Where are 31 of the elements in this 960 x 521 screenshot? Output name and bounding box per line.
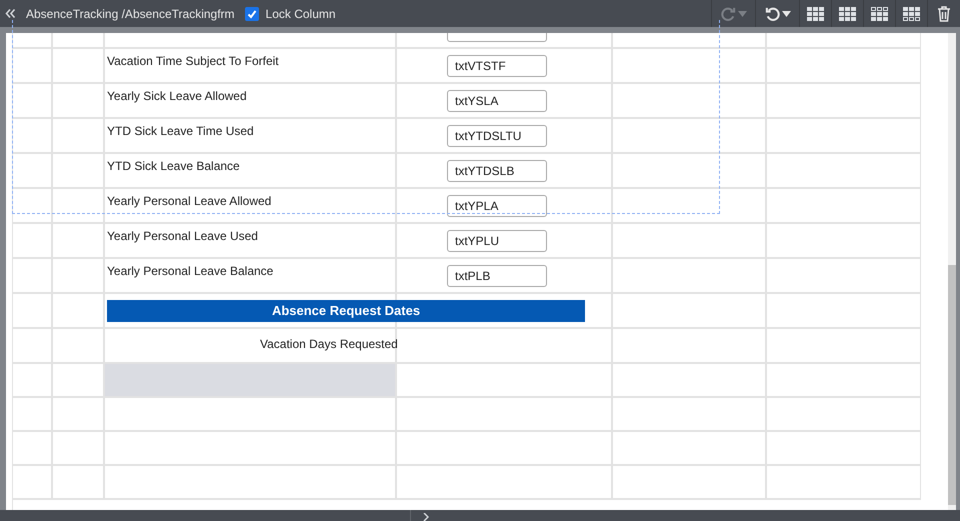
caret-icon [782, 10, 790, 16]
text-input[interactable]: txtVTSTF [447, 54, 547, 76]
text-input[interactable]: txtPLB [447, 264, 547, 286]
undo-icon [764, 6, 780, 21]
redo-icon [720, 6, 736, 21]
text-input[interactable]: txtYSLA [447, 90, 547, 112]
breadcrumb-title: AbsenceTracking /AbsenceTrackingfrm [26, 6, 235, 22]
field-label: Yearly Personal Leave Allowed [106, 192, 272, 210]
lock-column-label: Lock Column [266, 6, 336, 22]
field-label: YTD Sick Leave Time Used [106, 122, 254, 140]
field-label: YTD Sick Leave Balance [106, 158, 240, 174]
section-header: Absence Request Dates [107, 300, 585, 322]
caret-icon [738, 10, 746, 16]
field-label: Vacation Time Subject To Forfeit [106, 52, 279, 70]
grid-icon [807, 6, 824, 20]
grid-icon [903, 6, 920, 20]
grid-icon [871, 6, 888, 20]
chevron-right-icon[interactable] [423, 513, 429, 521]
caption-text: Vacation Days Requested [260, 336, 398, 353]
text-input[interactable]: txtYTDSLTU [447, 124, 547, 146]
scrollbar-thumb[interactable] [948, 265, 956, 505]
text-input[interactable]: txtYPLU [447, 230, 547, 252]
field-label: Yearly Personal Leave Used [106, 228, 258, 244]
text-input[interactable]: txtYTDSLB [447, 160, 547, 182]
field-label: Yearly Personal Leave Balance [106, 262, 274, 280]
trash-icon [937, 6, 951, 22]
grid-icon [839, 6, 856, 20]
field-label: Yearly Sick Leave Allowed [106, 88, 247, 104]
lock-column-checkbox[interactable] [244, 6, 259, 20]
text-input[interactable]: txtYPLA [447, 194, 547, 216]
double-chevron-left-icon[interactable] [5, 8, 16, 19]
